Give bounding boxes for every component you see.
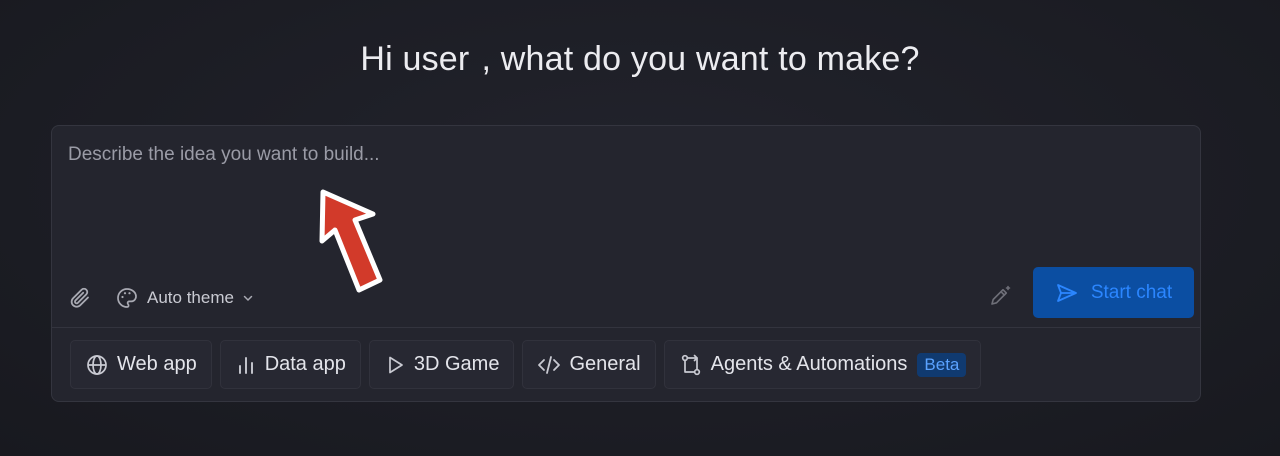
chip-label: Web app bbox=[117, 353, 197, 375]
chip-general[interactable]: General bbox=[522, 340, 656, 389]
chip-label: 3D Game bbox=[413, 353, 500, 375]
start-chat-button[interactable]: Start chat bbox=[1033, 267, 1194, 318]
theme-selector[interactable]: Auto theme bbox=[115, 286, 254, 310]
globe-icon bbox=[87, 354, 107, 375]
chip-agents-automations[interactable]: Agents & Automations Beta bbox=[663, 340, 982, 389]
start-chat-label: Start chat bbox=[1090, 281, 1173, 303]
paperclip-icon bbox=[70, 287, 89, 308]
chip-label: Data app bbox=[264, 353, 346, 375]
beta-badge: Beta bbox=[917, 352, 967, 377]
prompt-input[interactable] bbox=[52, 126, 1200, 246]
chip-label: General bbox=[569, 353, 641, 375]
prompt-composer: Auto theme Start chat bbox=[51, 125, 1201, 402]
chevron-down-icon bbox=[243, 295, 253, 302]
template-chips: Web app Data app 3D Game General Agents … bbox=[70, 340, 982, 389]
enhance-prompt-button[interactable] bbox=[987, 283, 1013, 309]
pen-sparkle-icon bbox=[991, 285, 1011, 305]
palette-icon bbox=[117, 288, 137, 308]
attach-button[interactable] bbox=[68, 286, 92, 310]
play-icon bbox=[389, 356, 403, 373]
greeting-question: , what do you want to make? bbox=[481, 40, 920, 78]
chip-web-app[interactable]: Web app bbox=[70, 340, 212, 389]
greeting-heading: Hi user , what do you want to make? bbox=[0, 40, 1280, 79]
bar-chart-icon bbox=[238, 356, 253, 374]
chip-data-app[interactable]: Data app bbox=[219, 340, 361, 389]
divider bbox=[52, 327, 1200, 328]
chip-label: Agents & Automations bbox=[710, 353, 908, 375]
code-icon bbox=[538, 355, 561, 374]
send-icon bbox=[1056, 283, 1077, 302]
chip-3d-game[interactable]: 3D Game bbox=[368, 340, 515, 389]
page: Hi user , what do you want to make? Auto … bbox=[0, 0, 1280, 456]
greeting-name: Hi user bbox=[360, 40, 470, 78]
workflow-icon bbox=[681, 354, 700, 375]
theme-label: Auto theme bbox=[147, 288, 234, 307]
